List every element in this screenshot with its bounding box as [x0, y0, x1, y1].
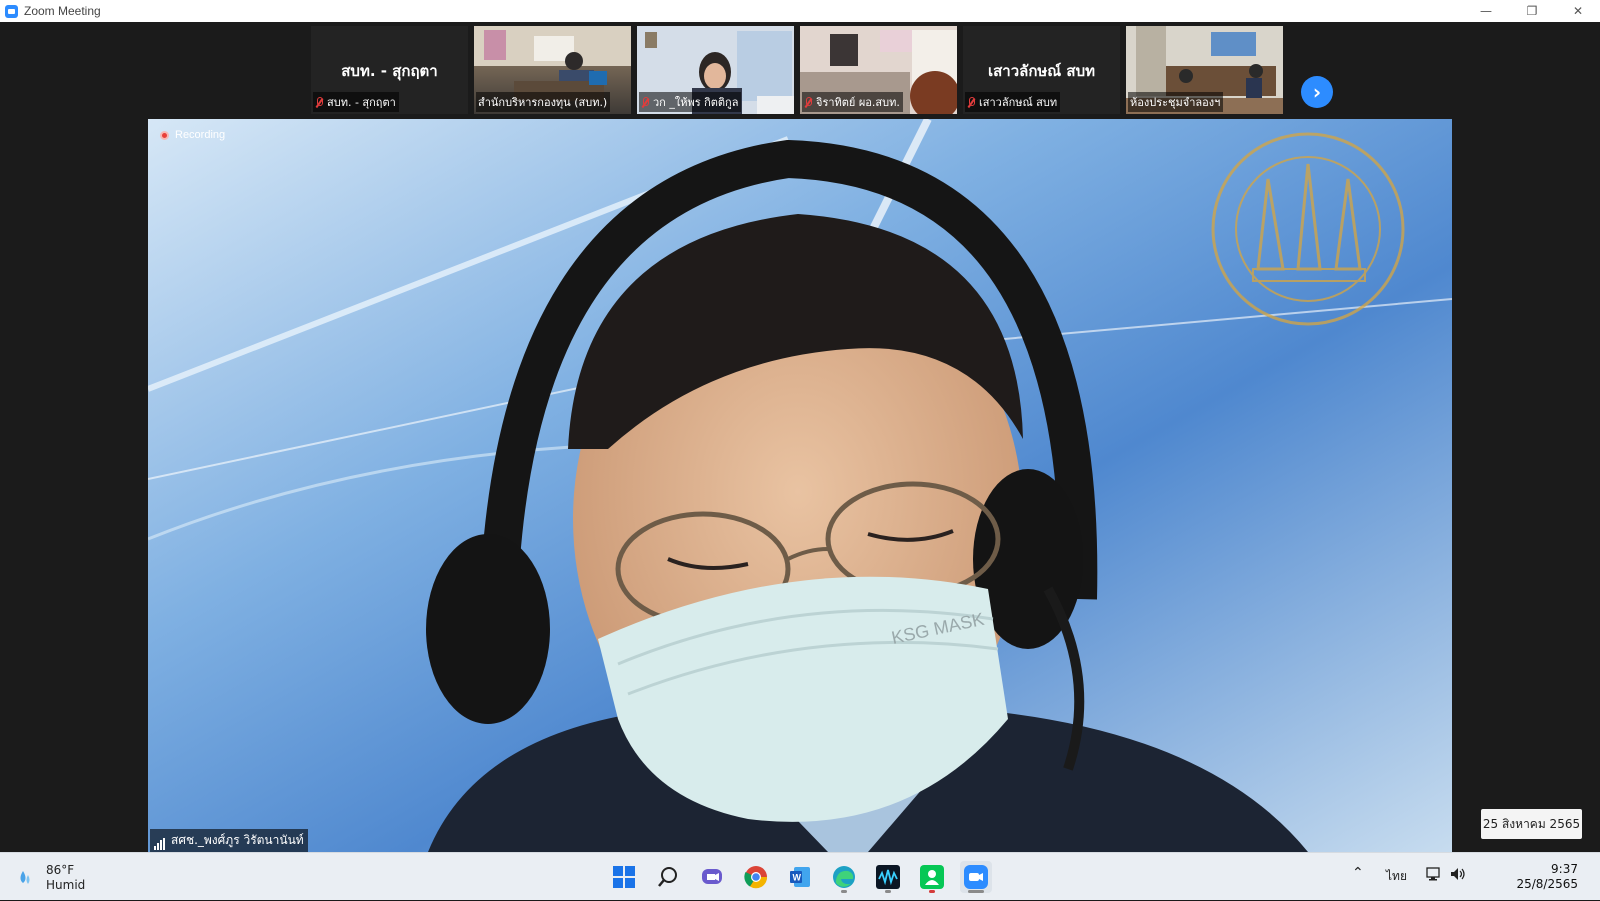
chrome-icon[interactable]	[740, 861, 772, 893]
network-icon[interactable]	[1426, 867, 1442, 884]
participant-display-name: เสาวลักษณ์ สบท	[988, 62, 1095, 80]
windows-start-icon[interactable]	[608, 861, 640, 893]
restore-button[interactable]: ❐	[1509, 0, 1555, 22]
zoom-app-icon	[5, 4, 18, 18]
participant-display-name: สบท. - สุกฤตา	[341, 62, 438, 80]
clock-time: 9:37	[1551, 862, 1578, 876]
participant-tile[interactable]: สบท. - สุกฤตา สบท. - สุกฤตา	[311, 26, 468, 114]
next-page-button[interactable]: ›	[1301, 76, 1333, 108]
close-button[interactable]: ✕	[1555, 0, 1600, 22]
muted-mic-icon	[804, 96, 812, 108]
meeting-area: สบท. - สุกฤตา สบท. - สุกฤตา สำนักบริหารก…	[0, 22, 1600, 852]
input-language[interactable]: ไทย	[1386, 867, 1407, 886]
word-icon[interactable]: W	[784, 861, 816, 893]
title-bar: Zoom Meeting — ❐ ✕	[0, 0, 1600, 22]
recording-indicator: Recording	[160, 129, 225, 141]
participant-label: สำนักบริหารกองทุน (สบท.)	[476, 92, 611, 112]
participant-label: จิราทิตย์ ผอ.สบท.	[802, 92, 903, 112]
recording-label: Recording	[175, 129, 226, 141]
muted-mic-icon	[967, 96, 975, 108]
running-indicator	[968, 890, 984, 893]
volume-icon[interactable]	[1450, 867, 1466, 884]
edge-icon[interactable]	[828, 861, 860, 893]
record-icon	[160, 130, 169, 140]
muted-mic-icon	[641, 96, 649, 108]
clock-date: 25/8/2565	[1516, 877, 1578, 891]
zoom-icon[interactable]	[960, 861, 992, 893]
svg-text:W: W	[793, 873, 802, 883]
connection-signal-icon	[154, 838, 166, 850]
participant-label: สบท. - สุกฤตา	[313, 92, 399, 112]
participant-label: วก _ให้พร กิตติกูล	[639, 92, 742, 112]
system-tray: ⌃ ไทย 9:37 25/8/2565	[1340, 853, 1600, 901]
muted-mic-icon	[315, 96, 323, 108]
participant-tile[interactable]: เสาวลักษณ์ สบท เสาวลักษณ์ สบท	[963, 26, 1120, 114]
minimize-button[interactable]: —	[1463, 0, 1509, 22]
date-overlay: 25 สิงหาคม 2565	[1481, 809, 1582, 839]
weather-condition: Humid	[46, 878, 86, 892]
participant-tile[interactable]: วก _ให้พร กิตติกูล	[637, 26, 794, 114]
running-indicator	[929, 890, 935, 893]
chevron-up-icon[interactable]: ⌃	[1352, 865, 1364, 881]
running-indicator	[885, 890, 891, 893]
weather-temp: 86°F	[46, 863, 75, 877]
participant-label: ห้องประชุมจำลองฯ	[1128, 92, 1224, 112]
taskbar-clock[interactable]: 9:37 25/8/2565	[1516, 862, 1578, 892]
window-title: Zoom Meeting	[24, 4, 101, 18]
chevron-right-icon: ›	[1312, 80, 1322, 104]
teams-chat-icon[interactable]	[696, 861, 728, 893]
participant-label: เสาวลักษณ์ สบท	[965, 92, 1061, 112]
running-indicator	[841, 890, 847, 893]
participant-tile[interactable]: จิราทิตย์ ผอ.สบท.	[800, 26, 957, 114]
weather-humid-icon	[20, 871, 30, 884]
search-icon[interactable]	[652, 861, 684, 893]
active-speaker-video[interactable]: KSG MASK Recording สศช._พงศ์ภูร วิรัตนาน…	[148, 119, 1452, 852]
speaker-video-frame: KSG MASK	[148, 119, 1452, 852]
participant-tile[interactable]: ห้องประชุมจำลองฯ	[1126, 26, 1283, 114]
weather-widget[interactable]: 86°F Humid	[18, 863, 85, 893]
participant-tile[interactable]: สำนักบริหารกองทุน (สบท.)	[474, 26, 631, 114]
speaker-name-label: สศช._พงศ์ภูร วิรัตนานันท์	[150, 829, 308, 852]
waves-audio-icon[interactable]	[872, 861, 904, 893]
taskbar: 86°F Humid W ⌃ ไทย 9:37 25/8/2565	[0, 852, 1600, 900]
line-app-icon[interactable]	[916, 861, 948, 893]
